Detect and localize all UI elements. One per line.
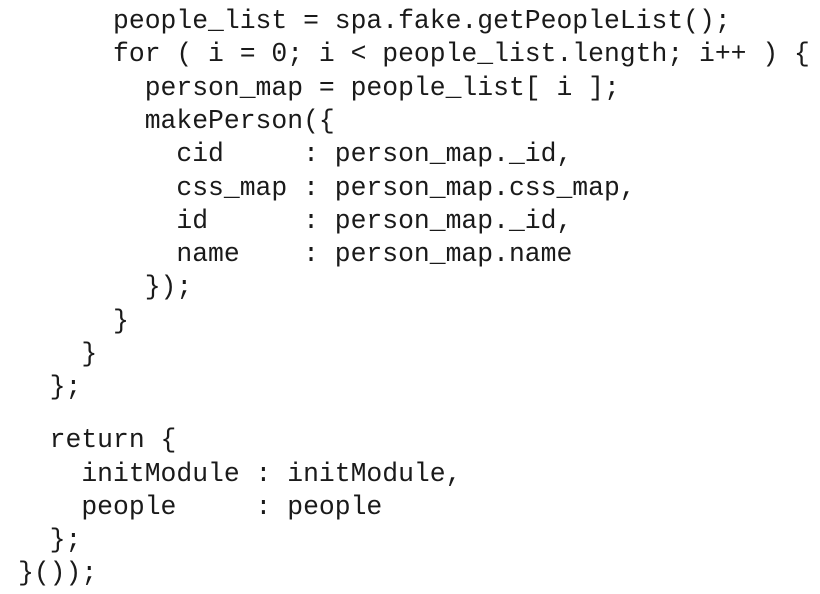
code-line: }; [18,372,82,402]
code-line: cid : person_map._id, [18,139,573,169]
code-listing: people_list = spa.fake.getPeopleList(); … [0,0,820,594]
code-line: person_map = people_list[ i ]; [18,73,620,103]
code-line: for ( i = 0; i < people_list.length; i++… [18,39,810,69]
code-line: makePerson({ [18,106,335,136]
code-line: initModule : initModule, [18,459,462,489]
code-line: people : people [18,492,383,522]
code-line: return { [18,425,177,455]
code-line: id : person_map._id, [18,206,573,236]
code-line: name : person_map.name [18,239,573,269]
code-line: }); [18,272,193,302]
code-line: css_map : person_map.css_map, [18,173,636,203]
code-line: } [18,339,98,369]
code-line: }()); [18,558,98,588]
code-line: }; [18,525,82,555]
code-line: } [18,306,129,336]
code-line: people_list = spa.fake.getPeopleList(); [18,6,731,36]
